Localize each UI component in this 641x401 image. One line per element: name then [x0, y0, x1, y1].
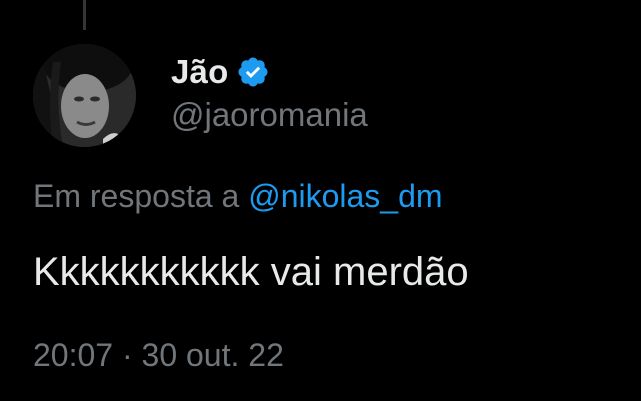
timestamp-separator: · [121, 337, 133, 373]
reply-prefix: Em resposta a [33, 178, 240, 214]
tweet-time: 20:07 [33, 337, 114, 373]
avatar[interactable] [33, 44, 136, 147]
reply-context: Em resposta a @nikolas_dm [33, 178, 443, 215]
reply-mention-link[interactable]: @nikolas_dm [248, 178, 442, 214]
tweet-text: Kkkkkkkkkkk vai merdão [33, 250, 469, 294]
tweet-date: 30 out. 22 [141, 337, 284, 373]
author-display-name[interactable]: Jão [171, 53, 228, 91]
verified-badge-icon [236, 55, 270, 89]
avatar-image [33, 44, 136, 147]
thread-connector-line [83, 0, 86, 30]
author-name-row[interactable]: Jão [171, 50, 270, 94]
author-handle[interactable]: @jaoromania [171, 96, 368, 134]
tweet-timestamp[interactable]: 20:07 · 30 out. 22 [33, 337, 284, 374]
